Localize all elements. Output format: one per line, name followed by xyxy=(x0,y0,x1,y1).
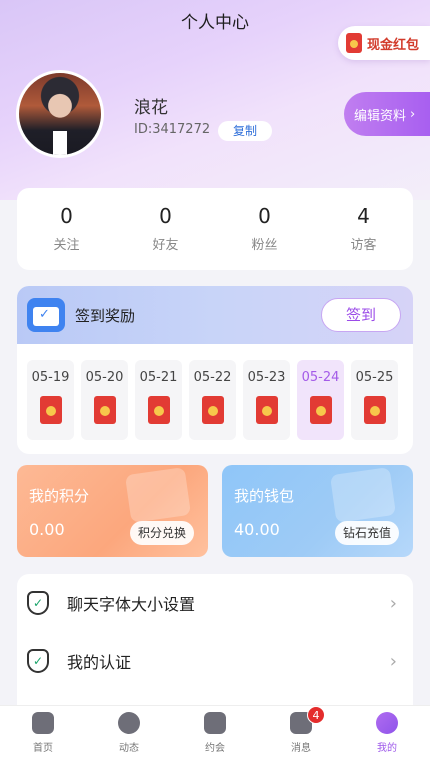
cash-redpacket-button[interactable]: 现金红包 xyxy=(338,26,430,60)
stats-card: 0 关注 0 好友 0 粉丝 4 访客 xyxy=(17,188,413,270)
tab-dating[interactable]: 约会 xyxy=(172,706,258,765)
calendar-check-icon xyxy=(27,298,65,332)
tab-moments[interactable]: 动态 xyxy=(86,706,172,765)
checkin-card: 签到奖励 签到 05-19 05-20 05-21 05-22 05-23 05… xyxy=(17,286,413,454)
checkin-day[interactable]: 05-25 xyxy=(351,360,398,440)
redpacket-icon xyxy=(147,396,170,424)
profile-icon xyxy=(376,712,398,734)
points-card[interactable]: 我的积分 0.00 积分兑换 xyxy=(17,465,208,557)
wallet-title: 我的钱包 xyxy=(234,487,295,505)
day-date: 05-21 xyxy=(139,370,178,385)
bottom-tabbar: 首页 动态 约会 4 消息 我的 xyxy=(0,705,430,765)
day-date: 05-25 xyxy=(355,370,394,385)
checkin-button[interactable]: 签到 xyxy=(321,298,401,332)
checkin-day[interactable]: 05-23 xyxy=(243,360,290,440)
redpacket-icon xyxy=(346,33,362,53)
points-exchange-button[interactable]: 积分兑换 xyxy=(130,521,194,545)
edit-profile-label: 编辑资料 xyxy=(354,108,407,124)
day-date: 05-20 xyxy=(85,370,124,385)
day-date: 05-23 xyxy=(247,370,286,385)
shield-check-icon: ✓ xyxy=(27,649,49,673)
day-date: 05-22 xyxy=(193,370,232,385)
wallet-value: 40.00 xyxy=(234,520,280,539)
redpacket-icon xyxy=(309,396,332,424)
menu-item-label: 聊天字体大小设置 xyxy=(67,595,196,614)
wallet-illustration xyxy=(329,467,397,523)
stat-label: 关注 xyxy=(53,238,80,253)
redpacket-icon xyxy=(255,396,278,424)
tab-label: 我的 xyxy=(377,743,397,754)
stat-label: 访客 xyxy=(350,238,377,253)
stat-friends[interactable]: 0 好友 xyxy=(116,188,215,270)
home-icon xyxy=(32,712,54,734)
redpacket-icon xyxy=(93,396,116,424)
checkin-day[interactable]: 05-21 xyxy=(135,360,182,440)
stat-visitors[interactable]: 4 访客 xyxy=(314,188,413,270)
cash-redpacket-label: 现金红包 xyxy=(367,37,420,53)
menu-item-label: 我的认证 xyxy=(67,653,132,672)
avatar[interactable] xyxy=(16,70,104,158)
stat-fans[interactable]: 0 粉丝 xyxy=(215,188,314,270)
checkin-days: 05-19 05-20 05-21 05-22 05-23 05-24 05-2… xyxy=(17,344,413,440)
tab-label: 约会 xyxy=(205,743,225,754)
username: 浪花 xyxy=(134,98,168,118)
menu-item-font-size[interactable]: ✓ 聊天字体大小设置 › xyxy=(17,574,413,632)
day-date: 05-24 xyxy=(301,370,340,385)
stat-label: 粉丝 xyxy=(251,238,278,253)
chevron-right-icon: › xyxy=(389,592,397,614)
redpacket-icon xyxy=(363,396,386,424)
stat-label: 好友 xyxy=(152,238,179,253)
checkin-header: 签到奖励 签到 xyxy=(17,286,413,344)
redpacket-icon xyxy=(201,396,224,424)
stat-value: 0 xyxy=(60,204,73,228)
shield-check-icon: ✓ xyxy=(27,591,49,615)
day-date: 05-19 xyxy=(31,370,70,385)
edit-profile-button[interactable]: 编辑资料 › xyxy=(344,92,430,136)
stat-value: 0 xyxy=(258,204,271,228)
gift-illustration xyxy=(124,467,192,523)
avatar-shirt xyxy=(53,131,67,155)
points-title: 我的积分 xyxy=(29,487,90,505)
tab-label: 动态 xyxy=(119,743,139,754)
menu-item-verification[interactable]: ✓ 我的认证 › xyxy=(17,632,413,690)
tab-label: 首页 xyxy=(33,743,53,754)
chevron-right-icon: › xyxy=(389,650,397,672)
tab-label: 消息 xyxy=(291,743,311,754)
diamond-recharge-button[interactable]: 钻石充值 xyxy=(335,521,399,545)
menu-list: ✓ 聊天字体大小设置 › ✓ 我的认证 › xyxy=(17,574,413,714)
user-id: ID:3417272 xyxy=(134,122,211,137)
wallet-card[interactable]: 我的钱包 40.00 钻石充值 xyxy=(222,465,413,557)
tab-profile[interactable]: 我的 xyxy=(344,706,430,765)
checkin-title: 签到奖励 xyxy=(75,306,136,325)
copy-id-button[interactable]: 复制 xyxy=(218,121,272,141)
redpacket-icon xyxy=(39,396,62,424)
tab-messages[interactable]: 4 消息 xyxy=(258,706,344,765)
heart-icon xyxy=(204,712,226,734)
stat-value: 4 xyxy=(357,204,370,228)
unread-badge: 4 xyxy=(307,706,325,724)
stat-following[interactable]: 0 关注 xyxy=(17,188,116,270)
points-value: 0.00 xyxy=(29,520,65,539)
checkin-day[interactable]: 05-19 xyxy=(27,360,74,440)
checkin-day-current[interactable]: 05-24 xyxy=(297,360,344,440)
stat-value: 0 xyxy=(159,204,172,228)
leaf-icon xyxy=(118,712,140,734)
chevron-right-icon: › xyxy=(410,106,416,122)
tab-home[interactable]: 首页 xyxy=(0,706,86,765)
checkin-day[interactable]: 05-22 xyxy=(189,360,236,440)
checkin-day[interactable]: 05-20 xyxy=(81,360,128,440)
